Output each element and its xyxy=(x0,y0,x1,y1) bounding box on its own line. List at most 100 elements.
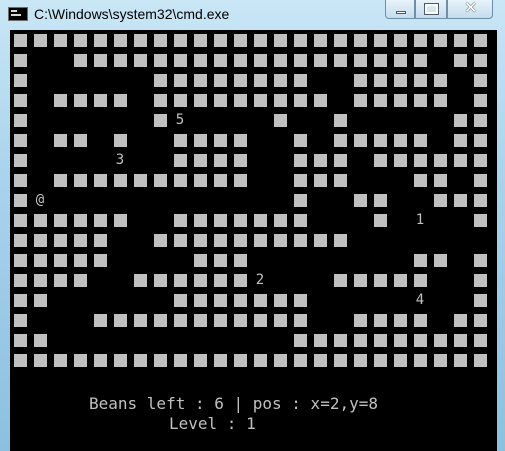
wall-block xyxy=(90,350,110,370)
wall-block xyxy=(370,30,390,50)
wall-block xyxy=(290,310,310,330)
minimize-button[interactable] xyxy=(385,0,415,19)
wall-block xyxy=(110,310,130,330)
wall-block xyxy=(470,290,490,310)
wall-block xyxy=(230,70,250,90)
wall-block xyxy=(390,310,410,330)
wall-block xyxy=(210,170,230,190)
wall-block xyxy=(330,350,350,370)
wall-block xyxy=(270,350,290,370)
close-button[interactable]: ✕ xyxy=(447,0,493,19)
wall-block xyxy=(30,210,50,230)
wall-block xyxy=(90,250,110,270)
wall-block xyxy=(150,70,170,90)
wall-block xyxy=(390,30,410,50)
wall-block xyxy=(130,270,150,290)
wall-block xyxy=(50,270,70,290)
wall-block xyxy=(30,250,50,270)
wall-block xyxy=(10,230,30,250)
wall-block xyxy=(10,130,30,150)
wall-block xyxy=(10,310,30,330)
wall-block xyxy=(10,250,30,270)
wall-block xyxy=(210,30,230,50)
wall-block xyxy=(270,50,290,70)
wall-block xyxy=(330,30,350,50)
window-title: C:\Windows\system32\cmd.exe xyxy=(34,6,230,22)
wall-block xyxy=(430,70,450,90)
wall-block xyxy=(410,170,430,190)
wall-block xyxy=(190,310,210,330)
wall-block xyxy=(210,270,230,290)
wall-block xyxy=(330,330,350,350)
wall-block xyxy=(290,50,310,70)
wall-block xyxy=(390,270,410,290)
maximize-button[interactable] xyxy=(415,0,447,19)
wall-block xyxy=(370,330,390,350)
wall-block xyxy=(330,130,350,150)
wall-block xyxy=(70,130,90,150)
wall-block xyxy=(230,310,250,330)
wall-block xyxy=(230,350,250,370)
wall-block xyxy=(310,330,330,350)
wall-block xyxy=(410,330,430,350)
wall-block xyxy=(110,170,130,190)
wall-block xyxy=(250,290,270,310)
wall-block xyxy=(50,130,70,150)
wall-block xyxy=(370,50,390,70)
wall-block xyxy=(250,210,270,230)
console-icon xyxy=(8,7,28,21)
wall-block xyxy=(10,150,30,170)
console-output[interactable]: 5 3 @1 2 4 Beans left : 6 | pos : x=2,y=8 Le… xyxy=(10,30,497,451)
wall-block xyxy=(410,270,430,290)
wall-block xyxy=(370,90,390,110)
wall-block xyxy=(290,70,310,90)
wall-block xyxy=(310,30,330,50)
wall-block xyxy=(150,270,170,290)
wall-block xyxy=(190,350,210,370)
wall-block xyxy=(50,250,70,270)
wall-block xyxy=(210,310,230,330)
wall-block xyxy=(290,170,310,190)
level-line: Level : 1 xyxy=(169,414,256,433)
wall-block xyxy=(230,290,250,310)
wall-block xyxy=(70,210,90,230)
wall-block xyxy=(330,170,350,190)
wall-block xyxy=(410,50,430,70)
wall-block xyxy=(470,330,490,350)
wall-block xyxy=(410,350,430,370)
wall-block xyxy=(30,30,50,50)
wall-block xyxy=(470,250,490,270)
wall-block xyxy=(130,30,150,50)
wall-block xyxy=(450,350,470,370)
wall-block xyxy=(50,350,70,370)
wall-block xyxy=(110,130,130,150)
wall-block xyxy=(190,290,210,310)
wall-block xyxy=(70,270,90,290)
wall-block xyxy=(170,170,190,190)
wall-block xyxy=(470,50,490,70)
wall-block xyxy=(70,30,90,50)
wall-block xyxy=(470,310,490,330)
wall-block xyxy=(170,130,190,150)
wall-block xyxy=(430,170,450,190)
wall-block xyxy=(10,50,30,70)
wall-block xyxy=(190,130,210,150)
wall-block xyxy=(470,150,490,170)
wall-block xyxy=(150,170,170,190)
wall-block xyxy=(410,70,430,90)
wall-block xyxy=(210,210,230,230)
wall-block xyxy=(70,90,90,110)
wall-block xyxy=(230,130,250,150)
wall-block xyxy=(90,210,110,230)
wall-block xyxy=(310,90,330,110)
wall-block xyxy=(190,50,210,70)
wall-block xyxy=(70,350,90,370)
wall-block xyxy=(390,50,410,70)
wall-block xyxy=(290,230,310,250)
wall-block xyxy=(290,330,310,350)
wall-block xyxy=(10,270,30,290)
wall-block xyxy=(30,350,50,370)
wall-block xyxy=(290,350,310,370)
wall-block xyxy=(430,330,450,350)
title-bar[interactable]: C:\Windows\system32\cmd.exe ✕ xyxy=(0,0,505,30)
